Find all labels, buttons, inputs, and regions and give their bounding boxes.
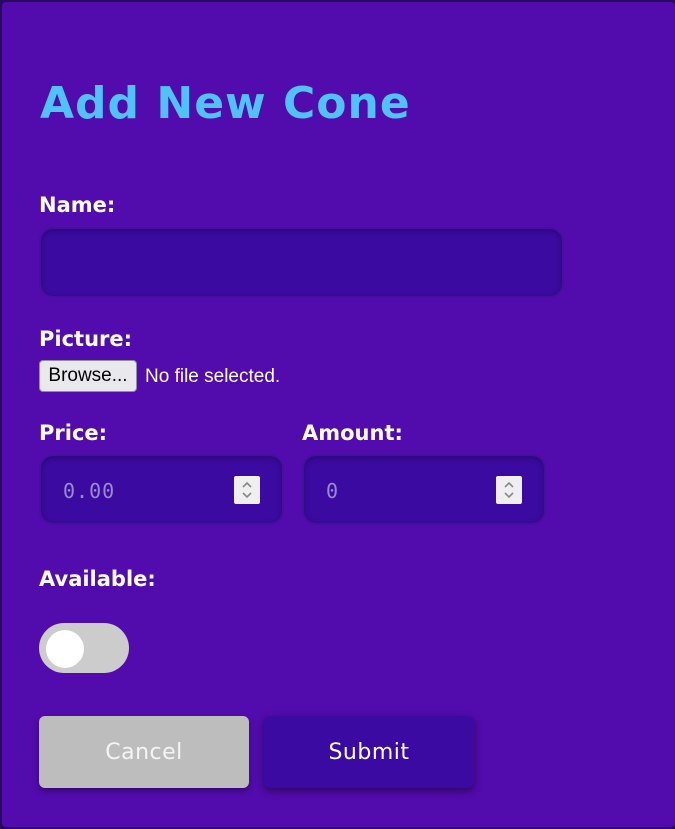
picture-label: Picture: — [39, 327, 133, 351]
name-label: Name: — [39, 193, 116, 217]
available-label: Available: — [39, 567, 156, 591]
price-label: Price: — [39, 421, 108, 445]
page-title: Add New Cone — [40, 78, 411, 129]
price-placeholder: 0.00 — [63, 479, 116, 503]
add-cone-modal: Add New Cone Name: Picture: Browse... No… — [2, 2, 675, 827]
up-down-chevrons-icon — [504, 481, 514, 499]
up-down-chevrons-icon — [242, 481, 252, 499]
price-input[interactable]: 0.00 — [39, 454, 284, 525]
cancel-button[interactable]: Cancel — [39, 716, 249, 788]
price-spinner-icon[interactable] — [234, 476, 260, 504]
toggle-knob — [46, 630, 84, 668]
name-input[interactable] — [39, 227, 564, 298]
available-toggle[interactable] — [39, 623, 129, 673]
amount-placeholder: 0 — [326, 479, 340, 503]
file-status-text: No file selected. — [145, 366, 281, 387]
amount-input[interactable]: 0 — [302, 454, 546, 525]
amount-spinner-icon[interactable] — [496, 476, 522, 504]
submit-button[interactable]: Submit — [264, 716, 474, 788]
browse-button[interactable]: Browse... — [39, 360, 137, 392]
amount-label: Amount: — [302, 421, 403, 445]
